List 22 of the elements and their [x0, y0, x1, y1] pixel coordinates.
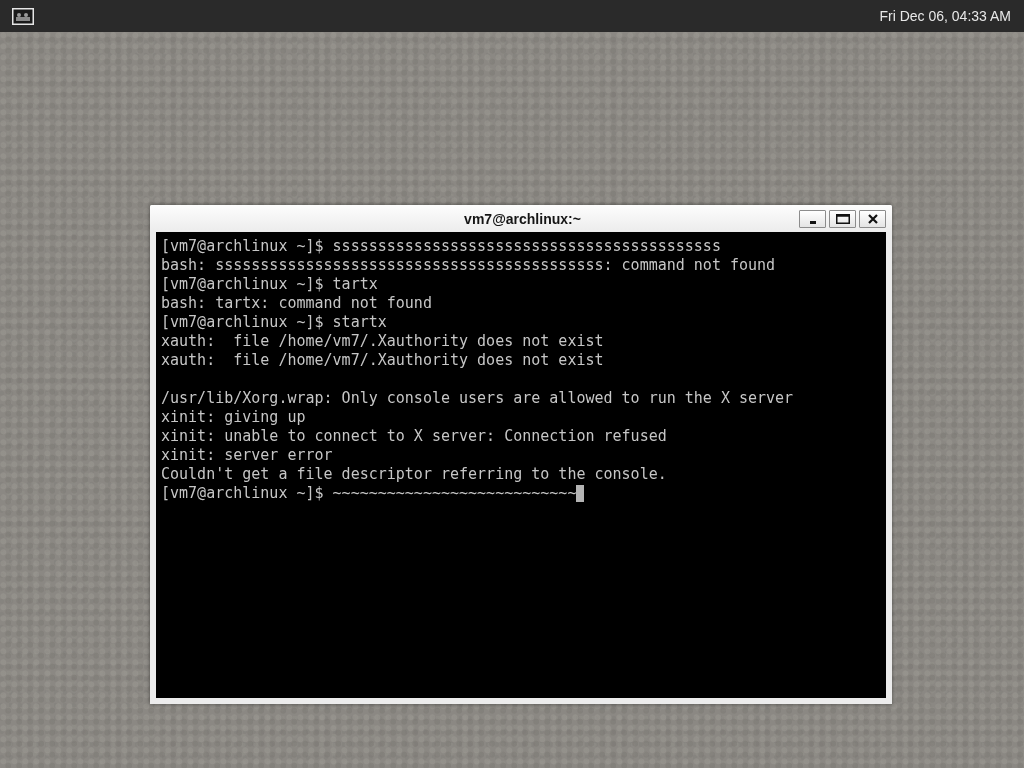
terminal-line: bash: sssssssssssssssssssssssssssssssssssssssssss: command not found — [161, 256, 776, 275]
terminal-line: xauth: file /home/vm7/.Xauthority does not exist — [161, 332, 604, 351]
terminal-line: Couldn't get a file descriptor referring to the console. — [161, 465, 667, 484]
terminal-line: xinit: unable to connect to X server: Connection refused — [161, 427, 667, 446]
screen-icon[interactable] — [12, 7, 34, 25]
terminal-line: [vm7@archlinux ~]$ sssssssssssssssssssssssssssssssssssssssssss — [161, 237, 721, 256]
terminal-line: [vm7@archlinux ~]$ ~~~~~~~~~~~~~~~~~~~~~~~~~~~ — [161, 484, 577, 503]
terminal-line: /usr/lib/Xorg.wrap: Only console users are allowed to run the X server — [161, 389, 794, 408]
terminal-line: xauth: file /home/vm7/.Xauthority does not exist — [161, 351, 604, 370]
window-title: vm7@archlinux:~ — [463, 210, 582, 227]
close-button[interactable] — [859, 209, 886, 228]
maximize-button[interactable] — [829, 209, 856, 228]
clock: Fri Dec 06, 04:33 AM — [879, 8, 1011, 24]
terminal-line: [vm7@archlinux ~]$ startx — [161, 313, 387, 332]
maximize-icon — [835, 213, 850, 224]
terminal-line: xinit: server error — [161, 446, 333, 465]
terminal-line: [vm7@archlinux ~]$ tartx — [161, 275, 378, 294]
minimize-icon — [809, 220, 816, 224]
close-icon — [867, 213, 878, 224]
terminal-line: bash: tartx: command not found — [161, 294, 432, 313]
terminal-line: xinit: giving up — [161, 408, 306, 427]
minimize-button[interactable] — [799, 209, 826, 228]
